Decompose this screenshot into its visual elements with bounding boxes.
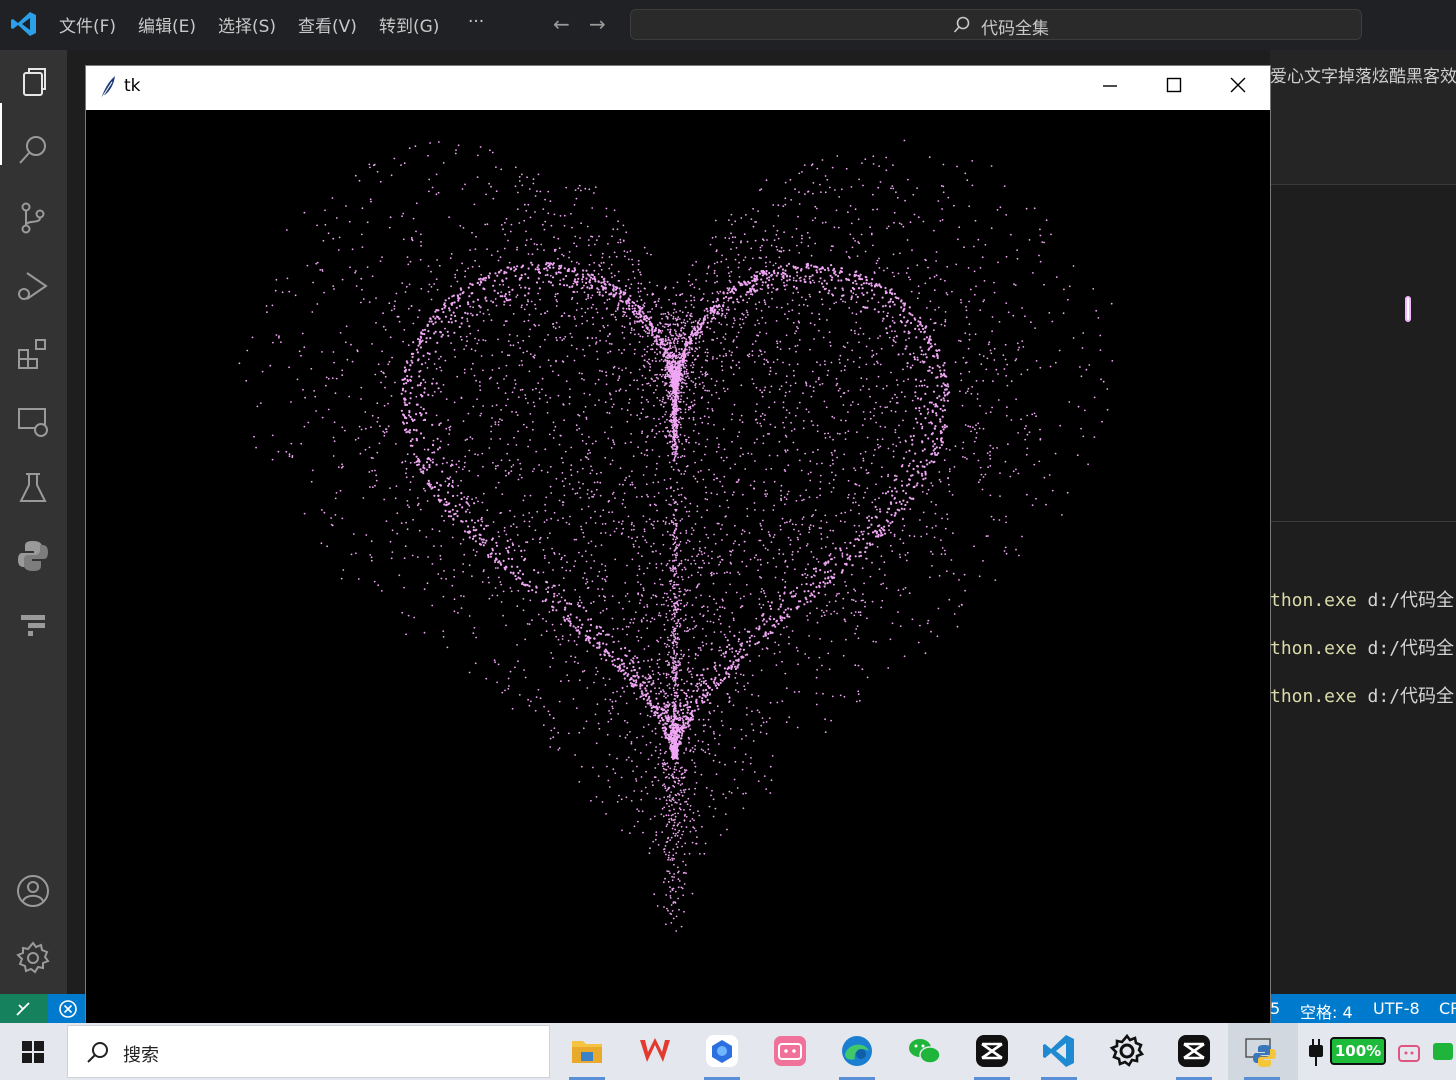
wechat-icon[interactable]	[906, 1033, 942, 1069]
power-plug-icon	[1309, 1039, 1323, 1066]
capcut-icon[interactable]	[974, 1033, 1010, 1069]
menu-view[interactable]: 查看(V)	[298, 12, 357, 37]
settings-icon[interactable]	[1109, 1033, 1145, 1069]
back-arrow-icon[interactable]: ←	[553, 12, 570, 36]
menu-selection[interactable]: 选择(S)	[218, 12, 276, 37]
battery-percent: 100%	[1334, 1042, 1382, 1060]
heart-canvas[interactable]	[87, 110, 1269, 1024]
run-debug-icon[interactable]	[15, 268, 51, 304]
windows-start-icon[interactable]	[0, 1023, 67, 1080]
wechat-tray-icon[interactable]	[1430, 1039, 1456, 1065]
menu-more[interactable]: ···	[468, 12, 484, 32]
status-encoding[interactable]: UTF-8	[1373, 999, 1420, 1018]
bilibili-icon[interactable]	[772, 1033, 808, 1069]
source-control-icon[interactable]	[15, 200, 51, 236]
editor-cursor	[1405, 296, 1411, 322]
manage-gear-icon[interactable]	[15, 940, 51, 976]
remote-icon	[16, 1002, 30, 1016]
problems-error-icon[interactable]	[58, 999, 78, 1019]
editor-tab-title[interactable]: 爱心文字掉落炫酷黑客效	[1270, 62, 1456, 87]
search-icon	[87, 1042, 108, 1063]
command-center[interactable]: 代码全集	[630, 9, 1362, 40]
menu-file[interactable]: 文件(F)	[59, 12, 116, 37]
status-indentation[interactable]: 空格: 4	[1300, 999, 1353, 1023]
accounts-icon[interactable]	[15, 873, 51, 909]
testing-icon[interactable]	[15, 470, 51, 506]
windows-taskbar: 搜索 100%	[0, 1023, 1456, 1080]
command-center-label: 代码全集	[981, 19, 1049, 39]
feather-icon	[100, 76, 115, 100]
search-placeholder: 搜索	[123, 1045, 159, 1066]
terminal-line: thon.exe d:/代码全	[1270, 686, 1455, 707]
edge-icon[interactable]	[839, 1033, 875, 1069]
forward-arrow-icon[interactable]: →	[589, 12, 606, 36]
bilibili-tray-icon[interactable]	[1396, 1039, 1422, 1065]
vscode-icon[interactable]	[1041, 1033, 1077, 1069]
python-icon[interactable]	[15, 538, 51, 574]
baidu-netdisk-icon[interactable]	[704, 1033, 740, 1069]
explorer-icon[interactable]	[15, 64, 51, 100]
maximize-icon[interactable]	[1142, 66, 1206, 110]
capcut-icon[interactable]	[1176, 1033, 1212, 1069]
panel-divider	[1270, 521, 1456, 522]
particle-heart	[238, 139, 1114, 932]
active-indicator	[0, 103, 2, 165]
search-icon	[953, 16, 970, 33]
terminal-line: thon.exe d:/代码全	[1270, 638, 1455, 659]
menu-edit[interactable]: 编辑(E)	[138, 12, 196, 37]
python-icon[interactable]	[1244, 1033, 1280, 1069]
remote-indicator[interactable]	[0, 994, 48, 1023]
activity-bar	[0, 50, 67, 994]
tk-window: tk	[85, 65, 1271, 1025]
extensions-icon[interactable]	[15, 336, 51, 372]
wps-icon[interactable]	[637, 1033, 673, 1069]
minimize-icon[interactable]	[1078, 66, 1142, 110]
tk-title-bar[interactable]: tk	[86, 66, 1270, 110]
terminal-line: thon.exe d:/代码全	[1270, 590, 1455, 611]
battery-indicator[interactable]: 100%	[1330, 1037, 1386, 1065]
remote-explorer-icon[interactable]	[15, 404, 51, 440]
menu-goto[interactable]: 转到(G)	[379, 12, 439, 37]
timeline-icon[interactable]	[15, 605, 51, 641]
tk-window-title: tk	[124, 76, 141, 96]
search-icon[interactable]	[15, 132, 51, 168]
file-explorer-icon[interactable]	[569, 1033, 605, 1069]
status-eol[interactable]: CR	[1439, 999, 1456, 1018]
close-icon[interactable]	[1206, 66, 1270, 110]
status-item[interactable]: 5	[1270, 999, 1280, 1018]
taskbar-search[interactable]: 搜索	[67, 1025, 550, 1078]
vscode-title-bar: 文件(F) 编辑(E) 选择(S) 查看(V) 转到(G) ··· ← → 代码…	[0, 0, 1456, 50]
vscode-logo-icon	[11, 12, 36, 36]
